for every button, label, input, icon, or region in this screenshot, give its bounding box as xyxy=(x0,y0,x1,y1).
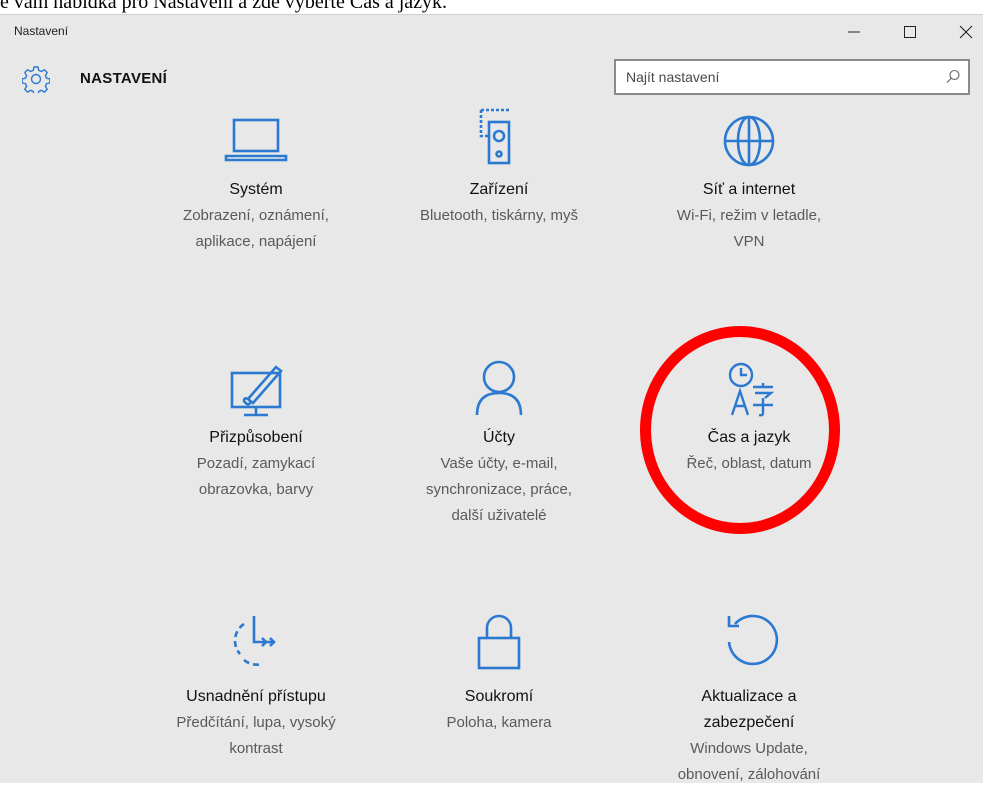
tile-system[interactable]: Systém Zobrazení, oznámení, aplikace, nap… xyxy=(126,108,386,268)
globe-icon xyxy=(723,115,775,167)
tile-label: Čas a jazyk xyxy=(707,429,791,446)
tile-label: Účty xyxy=(483,429,515,446)
tile-label: Soukromí xyxy=(464,688,534,705)
search-box[interactable] xyxy=(614,59,970,95)
personalization-icon xyxy=(230,365,283,417)
window-title: Nastavení xyxy=(14,24,69,38)
tile-description: Zobrazení, oznámení, aplikace, napájení xyxy=(183,207,329,250)
update-icon xyxy=(727,614,779,666)
tile-label: Přizpůsobení xyxy=(209,429,303,446)
tile-description: Wi-Fi, režim v letadle, VPN xyxy=(676,207,822,250)
tile-description: Předčítání, lupa, vysoký kontrast xyxy=(176,714,336,757)
tile-accessibility[interactable]: Usnadnění přístupu Předčítání, lupa, vys… xyxy=(126,610,386,757)
tile-description: Vaše účty, e-mail, synchronizace, práce, d… xyxy=(426,455,572,524)
lock-icon xyxy=(477,614,521,670)
gear-icon xyxy=(22,66,50,93)
laptop-icon xyxy=(224,118,288,162)
tile-label: Usnadnění přístupu xyxy=(186,688,326,705)
tile-label: Aktualizace a zabezpečení xyxy=(701,688,797,731)
tile-label: Síť a internet xyxy=(702,181,796,198)
minimize-icon xyxy=(848,31,860,33)
tile-devices[interactable]: Zařízení Bluetooth, tiskárny, myš xyxy=(369,108,629,248)
minimize-button[interactable] xyxy=(831,15,877,49)
tile-description: Windows Update, obnovení, zálohování xyxy=(677,740,821,783)
tile-privacy[interactable]: Soukromí Poloha, kamera xyxy=(369,610,629,740)
person-icon xyxy=(475,360,523,416)
tile-label: Zařízení xyxy=(469,181,529,198)
close-button[interactable] xyxy=(943,15,983,49)
tile-description: Řeč, oblast, datum xyxy=(686,455,812,472)
accessibility-icon xyxy=(233,616,276,666)
devices-icon xyxy=(479,108,511,165)
page-title: NASTAVENÍ xyxy=(80,70,168,87)
tile-label: Systém xyxy=(229,181,283,198)
tile-update-security[interactable]: Aktualizace a zabezpečení Windows Update,… xyxy=(619,610,879,783)
close-icon xyxy=(959,25,973,39)
tile-description: Poloha, kamera xyxy=(446,714,552,731)
search-icon xyxy=(946,69,960,83)
tile-network[interactable]: Síť a internet Wi-Fi, režim v letadle, VP… xyxy=(619,108,879,268)
title-bar: Nastavení xyxy=(0,15,983,49)
time-language-icon xyxy=(728,362,775,417)
maximize-icon xyxy=(904,26,916,38)
search-input[interactable] xyxy=(616,61,946,93)
tile-description: Pozadí, zamykací obrazovka, barvy xyxy=(196,455,316,498)
tile-accounts[interactable]: Účty Vaše účty, e-mail, synchronizace, pr… xyxy=(369,355,629,535)
tile-description: Bluetooth, tiskárny, myš xyxy=(419,207,579,224)
settings-window: Nastavení NASTAVENÍ Syst xyxy=(0,14,983,783)
tile-personalization[interactable]: Přizpůsobení Pozadí, zamykací obrazovka, … xyxy=(126,355,386,515)
maximize-button[interactable] xyxy=(887,15,933,49)
tile-time-language[interactable]: Čas a jazyk Řeč, oblast, datum xyxy=(619,355,879,485)
